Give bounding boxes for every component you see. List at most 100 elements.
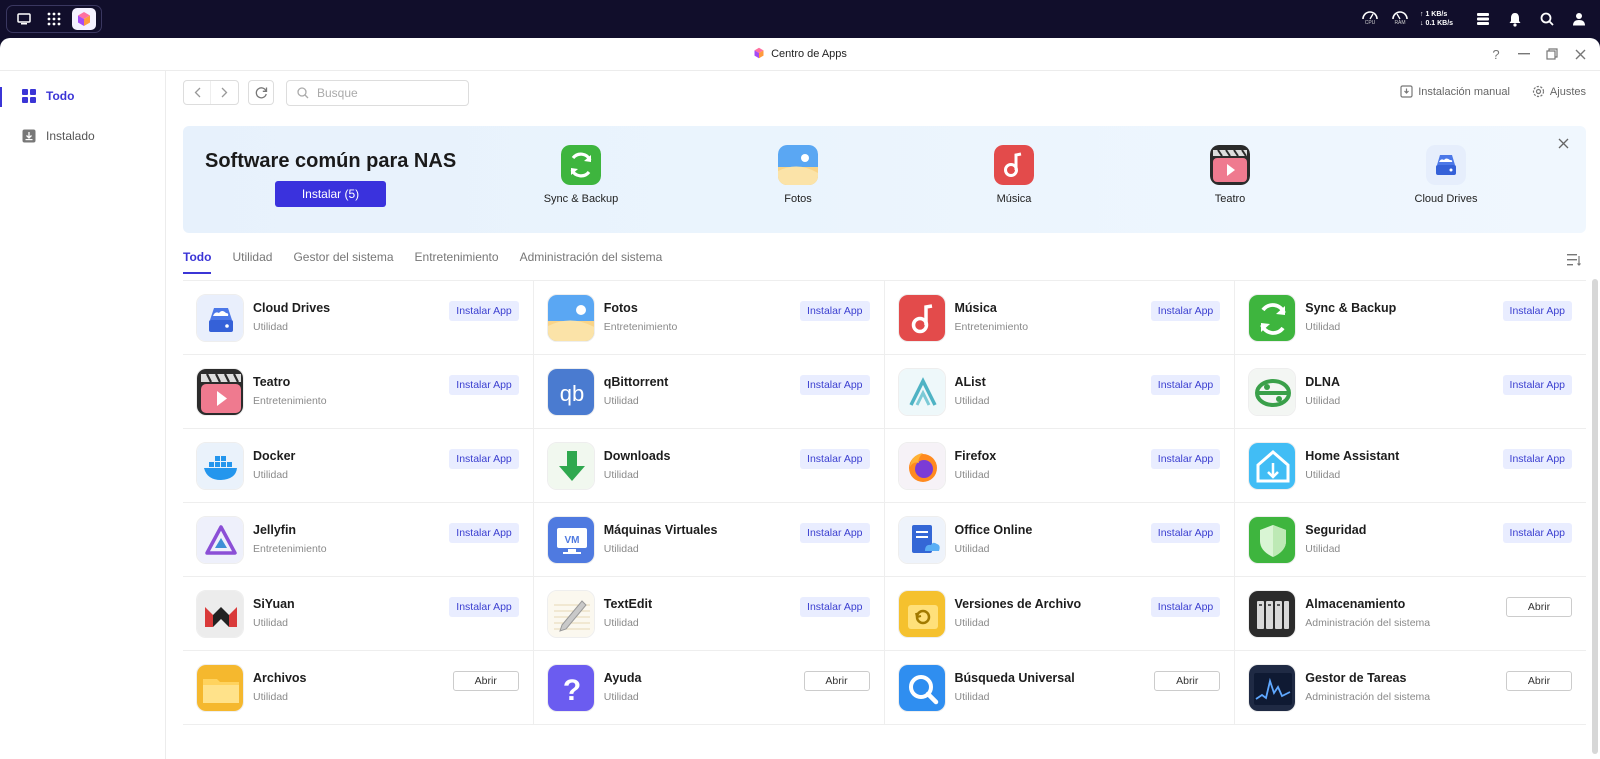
app-card-home-assistant[interactable]: Home Assistant Utilidad Instalar App [1235,429,1586,503]
forward-button[interactable] [211,81,238,104]
minimize-icon[interactable] [1514,44,1534,64]
app-card-ayuda[interactable]: ? Ayuda Utilidad Abrir [533,651,885,725]
open-app-button[interactable]: Abrir [452,671,519,691]
back-button[interactable] [184,81,212,104]
cloud-drives-icon [196,294,244,342]
main-content: Instalación manual Ajustes Software comú… [166,71,1600,759]
widgets-icon[interactable] [1472,8,1494,30]
app-center-logo-icon [753,47,765,59]
sidebar-item-todo[interactable]: Todo [0,79,165,113]
banner-app-label: Música [996,193,1032,205]
tab-utilidad[interactable]: Utilidad [232,247,272,277]
sort-icon[interactable] [1566,252,1582,268]
install-app-button[interactable]: Instalar App [800,597,870,617]
user-icon[interactable] [1568,8,1590,30]
app-card-maquinas-virtuales[interactable]: VM Máquinas Virtuales Utilidad Instalar App [533,503,885,577]
open-app-button[interactable]: Abrir [1506,597,1572,617]
refresh-button[interactable] [248,80,274,105]
install-app-button[interactable]: Instalar App [1502,301,1572,321]
banner-app-cloud-drives[interactable]: Cloud Drives [1396,145,1496,205]
install-app-button[interactable]: Instalar App [1150,597,1221,617]
search-input[interactable] [317,86,467,100]
vertical-scrollbar[interactable] [1592,279,1598,754]
install-app-button[interactable]: Instalar App [449,449,519,469]
system-taskbar: CPU RAM ↑ 1 KB/s ↓ 0.1 KB/s [0,0,1600,38]
install-app-button[interactable]: Instalar App [1502,449,1572,469]
app-card-office-online[interactable]: Office Online Utilidad Instalar App [884,503,1236,577]
sidebar-item-label: Todo [46,89,75,103]
app-category: Utilidad [603,543,639,555]
desktop-icon[interactable] [12,8,36,30]
install-app-button[interactable]: Instalar App [800,301,870,321]
tab-gestor-del-sistema[interactable]: Gestor del sistema [293,247,393,277]
open-app-button[interactable]: Abrir [803,671,870,691]
banner-app-fotos[interactable]: Fotos [748,145,848,205]
app-card-siyuan[interactable]: SiYuan Utilidad Instalar App [183,577,534,651]
app-card-docker[interactable]: Docker Utilidad Instalar App [183,429,534,503]
app-card-qbittorrent[interactable]: qb qBittorrent Utilidad Instalar App [533,355,885,429]
app-card-cloud-drives[interactable]: Cloud Drives Utilidad Instalar App [183,281,534,355]
sidebar-item-instalado[interactable]: Instalado [0,119,165,153]
install-app-button[interactable]: Instalar App [1150,375,1221,395]
settings-button[interactable]: Ajustes [1532,85,1586,98]
install-app-button[interactable]: Instalar App [800,523,870,543]
install-app-button[interactable]: Instalar App [1150,449,1221,469]
close-icon[interactable] [1554,134,1572,152]
app-category: Utilidad [954,617,990,629]
tab-administracion-del-sistema[interactable]: Administración del sistema [520,247,663,277]
install-app-button[interactable]: Instalar App [449,301,519,321]
banner-app-musica[interactable]: Música [964,145,1064,205]
network-speed[interactable]: ↑ 1 KB/s ↓ 0.1 KB/s [1420,10,1462,28]
app-card-firefox[interactable]: Firefox Utilidad Instalar App [884,429,1236,503]
app-card-musica[interactable]: Música Entretenimiento Instalar App [884,281,1236,355]
app-card-busqueda-universal[interactable]: Búsqueda Universal Utilidad Abrir [884,651,1236,725]
cpu-gauge[interactable]: CPU [1360,8,1380,30]
app-center-icon[interactable] [72,8,96,30]
tab-entretenimiento[interactable]: Entretenimiento [415,247,499,277]
banner-title: Software común para NAS [205,150,457,172]
app-name: Archivos [253,671,307,685]
app-card-textedit[interactable]: TextEdit Utilidad Instalar App [533,577,885,651]
install-app-button[interactable]: Instalar App [449,523,519,543]
install-all-button[interactable]: Instalar (5) [275,181,386,207]
nav-buttons [183,80,239,105]
search-box[interactable] [286,80,469,106]
install-app-button[interactable]: Instalar App [1150,523,1221,543]
banner-app-sync-backup[interactable]: Sync & Backup [531,145,631,205]
app-card-almacenamiento[interactable]: Almacenamiento Administración del sistema… [1235,577,1586,651]
sync-backup-icon [561,145,601,185]
task-manager-icon [1248,664,1297,712]
install-app-button[interactable]: Instalar App [1502,375,1572,395]
tab-todo[interactable]: Todo [183,247,212,277]
install-app-button[interactable]: Instalar App [800,449,870,469]
app-card-gestor-de-tareas[interactable]: Gestor de Tareas Administración del siste… [1235,651,1586,725]
banner-app-teatro[interactable]: Teatro [1180,145,1280,205]
app-card-teatro[interactable]: Teatro Entretenimiento Instalar App [183,355,534,429]
search-icon[interactable] [1536,8,1558,30]
restore-icon[interactable] [1542,44,1562,64]
help-icon[interactable]: ? [1486,44,1506,64]
apps-grid-icon[interactable] [42,8,66,30]
app-card-dlna[interactable]: DLNA Utilidad Instalar App [1235,355,1586,429]
install-app-button[interactable]: Instalar App [1502,523,1572,543]
app-card-archivos[interactable]: Archivos Utilidad Abrir [183,651,534,725]
manual-install-button[interactable]: Instalación manual [1400,85,1510,98]
install-app-button[interactable]: Instalar App [449,597,519,617]
open-app-button[interactable]: Abrir [1506,671,1572,691]
app-card-fotos[interactable]: Fotos Entretenimiento Instalar App [533,281,885,355]
close-icon[interactable] [1570,44,1590,64]
app-card-seguridad[interactable]: Seguridad Utilidad Instalar App [1235,503,1586,577]
install-app-button[interactable]: Instalar App [1150,301,1221,321]
app-card-sync-backup[interactable]: Sync & Backup Utilidad Instalar App [1235,281,1586,355]
install-app-button[interactable]: Instalar App [800,375,870,395]
app-card-versiones-de-archivo[interactable]: Versiones de Archivo Utilidad Instalar App [884,577,1236,651]
open-app-button[interactable]: Abrir [1154,671,1221,691]
app-card-downloads[interactable]: Downloads Utilidad Instalar App [533,429,885,503]
app-card-alist[interactable]: AList Utilidad Instalar App [884,355,1236,429]
bell-icon[interactable] [1504,8,1526,30]
ram-gauge[interactable]: RAM [1390,8,1410,30]
app-category: Utilidad [954,543,990,555]
app-card-jellyfin[interactable]: Jellyfin Entretenimiento Instalar App [183,503,534,577]
install-app-button[interactable]: Instalar App [449,375,519,395]
taskbar-right-group: CPU RAM ↑ 1 KB/s ↓ 0.1 KB/s [1360,0,1590,38]
